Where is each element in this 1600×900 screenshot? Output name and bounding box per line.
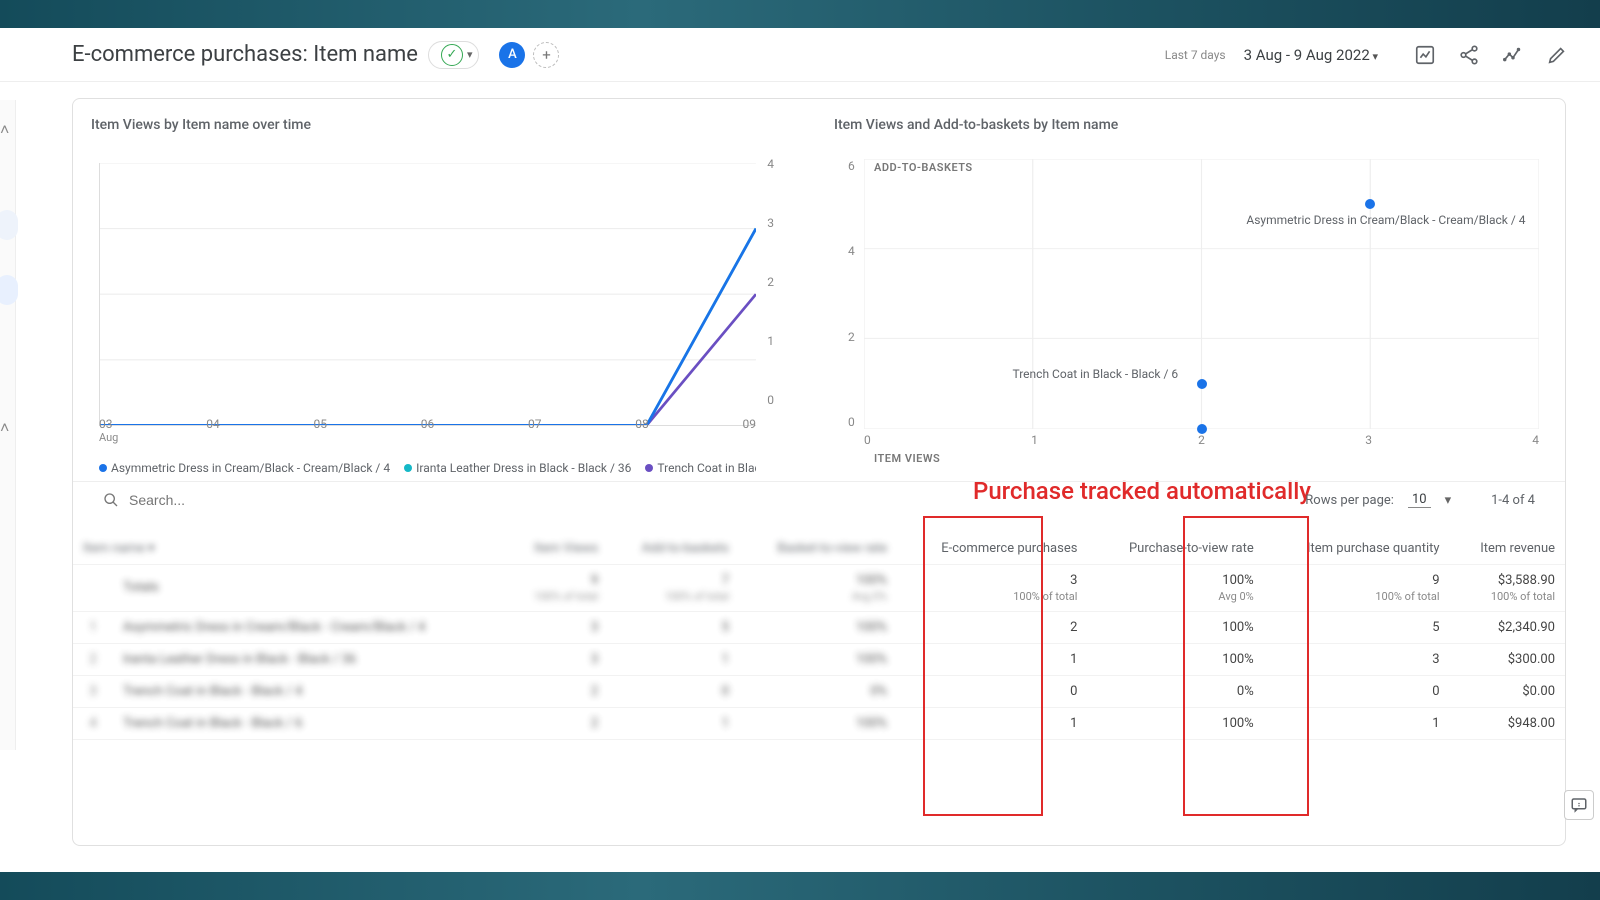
scatter-y-ticks: 64 20 <box>848 159 855 429</box>
table-row[interactable]: 3Trench Coat in Black - Black / 4 200% 0… <box>73 675 1565 707</box>
chevron-up-icon[interactable]: ˄ <box>0 418 9 438</box>
date-range-label: Last 7 days <box>1165 48 1226 62</box>
scatter-plot-area: Asymmetric Dress in Cream/Black - Cream/… <box>864 159 1539 429</box>
scatter-chart: Item Views and Add-to-baskets by Item na… <box>834 117 1547 477</box>
status-dropdown[interactable]: ✓ ▾ <box>428 41 480 69</box>
col-purchases[interactable]: E-commerce purchases <box>897 518 1087 564</box>
check-icon: ✓ <box>441 44 463 66</box>
chart-legend: Asymmetric Dress in Cream/Black - Cream/… <box>99 458 756 477</box>
search-input[interactable] <box>129 492 429 508</box>
col-revenue[interactable]: Item revenue <box>1450 518 1565 564</box>
scatter-point[interactable] <box>1365 199 1375 209</box>
chevron-down-icon[interactable]: ▾ <box>1445 493 1452 508</box>
series-1 <box>100 229 756 426</box>
page-header: E-commerce purchases: Item name ✓ ▾ A + … <box>0 28 1600 82</box>
chevron-down-icon: ▾ <box>467 48 473 61</box>
table-row[interactable]: 2Iranta Leather Dress in Black - Black /… <box>73 643 1565 675</box>
left-nav-collapsed[interactable]: ˄ ˄ <box>0 100 16 750</box>
date-range-picker[interactable]: 3 Aug - 9 Aug 2022 <box>1244 46 1378 64</box>
trend-icon[interactable] <box>1502 44 1524 66</box>
scope-badge[interactable]: A <box>499 42 525 68</box>
chevron-up-icon[interactable]: ˄ <box>0 120 9 140</box>
col-quantity[interactable]: Item purchase quantity <box>1264 518 1450 564</box>
totals-row: Totals 9100% of total 7100% of total 100… <box>73 564 1565 611</box>
pagination-info: 1-4 of 4 <box>1491 493 1535 508</box>
table-row[interactable]: 4Trench Coat in Black - Black / 6 21100%… <box>73 707 1565 739</box>
page-title: E-commerce purchases: Item name <box>72 42 418 67</box>
nav-pill[interactable] <box>0 210 18 240</box>
nav-pill-active[interactable] <box>0 275 18 305</box>
chart-title: Item Views by Item name over time <box>91 117 804 133</box>
feedback-button[interactable] <box>1564 790 1594 820</box>
scatter-x-ticks: 01 23 4 <box>864 433 1539 447</box>
insights-icon[interactable] <box>1414 44 1436 66</box>
x-axis-ticks: 0304 0506 0708 09 Aug <box>99 417 756 431</box>
line-chart: Item Views by Item name over time 43 21 … <box>91 117 804 477</box>
rows-per-page-select[interactable]: 10 <box>1408 492 1431 508</box>
rows-per-page-label: Rows per page: <box>1305 493 1394 508</box>
edit-icon[interactable] <box>1546 44 1568 66</box>
scatter-point[interactable] <box>1197 379 1207 389</box>
data-table: Rows per page: 10 ▾ 1-4 of 4 Item name ▾… <box>73 481 1565 750</box>
feedback-icon <box>1570 796 1588 814</box>
share-icon[interactable] <box>1458 44 1480 66</box>
series-2 <box>100 229 756 426</box>
x-axis-label: ITEM VIEWS <box>874 452 940 465</box>
report-card: Item Views by Item name over time 43 21 … <box>72 98 1566 846</box>
chart-title: Item Views and Add-to-baskets by Item na… <box>834 117 1547 133</box>
table-row[interactable]: 1Asymmetric Dress in Cream/Black - Cream… <box>73 611 1565 643</box>
y-axis-ticks: 43 21 0 <box>762 157 774 407</box>
add-comparison-button[interactable]: + <box>533 42 559 68</box>
col-ptv-rate[interactable]: Purchase-to-view rate <box>1087 518 1263 564</box>
table-header-row: Item name ▾ Item Views Add-to-baskets Ba… <box>73 518 1565 564</box>
line-chart-plot <box>99 163 756 426</box>
search-icon <box>103 492 119 508</box>
